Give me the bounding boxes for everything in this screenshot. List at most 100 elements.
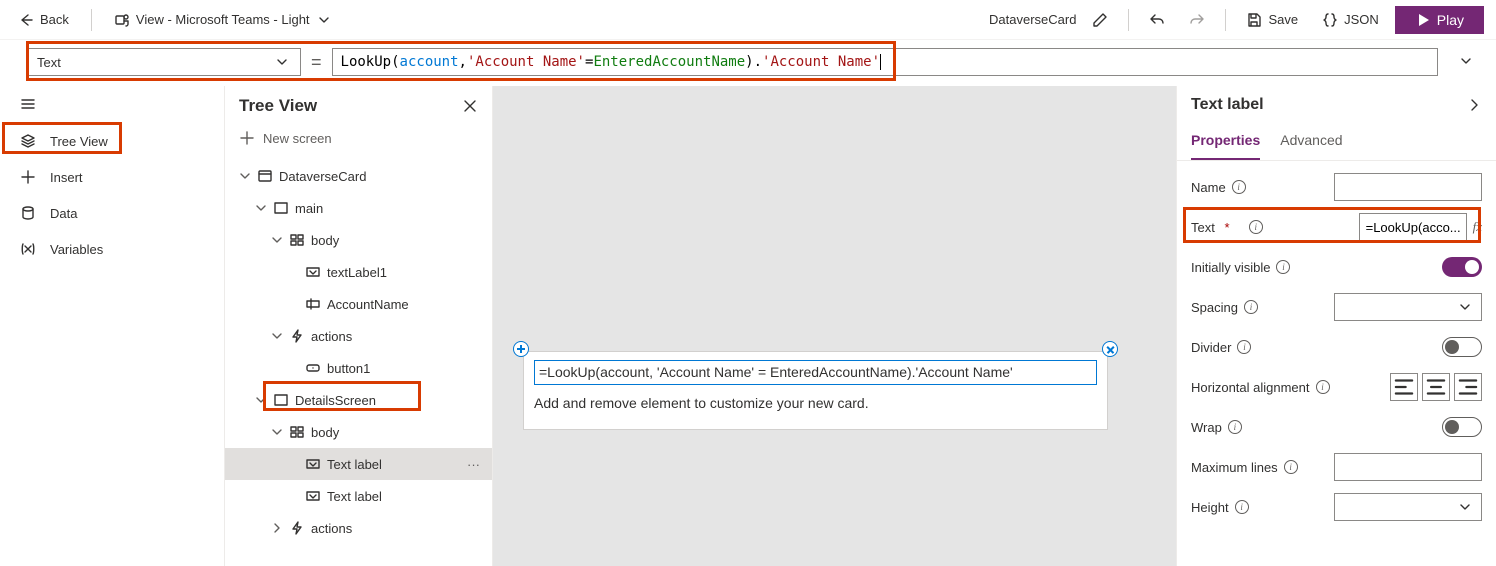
delete-handle-icon[interactable] <box>1102 341 1118 357</box>
formula-expand-button[interactable] <box>1448 49 1484 76</box>
json-button[interactable]: JSON <box>1314 8 1387 32</box>
screen-icon <box>271 200 291 216</box>
tree-panel-title: Tree View <box>239 96 317 116</box>
chevron-down-icon[interactable] <box>267 328 287 344</box>
prop-label-text: Horizontal alignment <box>1191 380 1310 395</box>
text-input[interactable] <box>1359 213 1467 241</box>
name-input[interactable] <box>1334 173 1482 201</box>
nav-item-label: Variables <box>50 242 103 257</box>
view-selector[interactable]: View - Microsoft Teams - Light <box>108 8 338 32</box>
tree-node-button1[interactable]: button1 <box>225 352 492 384</box>
chevron-right-icon[interactable] <box>1466 97 1482 113</box>
save-button[interactable]: Save <box>1238 8 1306 32</box>
formula-token: EnteredAccountName <box>593 54 745 70</box>
separator <box>1128 9 1129 31</box>
maxlines-input[interactable] <box>1334 453 1482 481</box>
wrap-toggle[interactable] <box>1442 417 1482 437</box>
tree-node-main[interactable]: main <box>225 192 492 224</box>
tree-node-text-label-2[interactable]: Text label <box>225 480 492 512</box>
fx-button[interactable]: fx <box>1473 219 1482 235</box>
formula-token: , <box>459 54 467 70</box>
chevron-down-icon[interactable] <box>235 168 255 184</box>
prop-label-text: Height <box>1191 500 1229 515</box>
tree-node-accountname[interactable]: AccountName <box>225 288 492 320</box>
tree-node-label: main <box>291 201 323 216</box>
formula-token: account <box>400 54 459 70</box>
tab-advanced[interactable]: Advanced <box>1280 124 1342 160</box>
chevron-down-icon[interactable] <box>267 424 287 440</box>
redo-button[interactable] <box>1181 8 1213 32</box>
separator <box>91 9 92 31</box>
chevron-down-icon[interactable] <box>251 200 271 216</box>
edit-name-button[interactable] <box>1084 8 1116 32</box>
chevron-down-icon[interactable] <box>267 232 287 248</box>
canvas-bound-formula: =LookUp(account, 'Account Name' = Entere… <box>539 364 1013 380</box>
nav-tree-view[interactable]: Tree View <box>0 123 224 159</box>
nav-data[interactable]: Data <box>0 195 224 231</box>
tree-node-label: Text label <box>323 489 382 504</box>
tree-node-actions[interactable]: actions <box>225 320 492 352</box>
spacing-select[interactable] <box>1334 293 1482 321</box>
card-preview[interactable]: =LookUp(account, 'Account Name' = Entere… <box>523 351 1108 430</box>
tree-node-text-label-selected[interactable]: Text label ··· <box>225 448 492 480</box>
info-icon[interactable]: i <box>1316 380 1330 394</box>
text-label-icon <box>303 488 323 504</box>
property-selector[interactable]: Text <box>26 48 301 76</box>
chevron-down-icon[interactable] <box>251 392 271 408</box>
info-icon[interactable]: i <box>1284 460 1298 474</box>
back-button[interactable]: Back <box>12 8 75 32</box>
tree-node-label: body <box>307 425 339 440</box>
move-handle-icon[interactable] <box>513 341 529 357</box>
height-select[interactable] <box>1334 493 1482 521</box>
visible-toggle[interactable] <box>1442 257 1482 277</box>
formula-token: LookUp( <box>341 54 400 70</box>
info-icon[interactable]: i <box>1235 500 1249 514</box>
layers-icon <box>20 133 36 149</box>
design-canvas[interactable]: =LookUp(account, 'Account Name' = Entere… <box>493 86 1176 566</box>
chevron-down-icon <box>274 54 290 70</box>
tree-node-label: textLabel1 <box>323 265 387 280</box>
formula-bar-input[interactable]: LookUp(account, 'Account Name' = Entered… <box>332 48 1438 76</box>
nav-collapse-button[interactable] <box>0 88 224 123</box>
play-button[interactable]: Play <box>1395 6 1484 34</box>
align-left-button[interactable] <box>1390 373 1418 401</box>
tree-node-detailsscreen[interactable]: DetailsScreen <box>225 384 492 416</box>
info-icon[interactable]: i <box>1237 340 1251 354</box>
redo-icon <box>1189 12 1205 28</box>
prop-label-text: Initially visible <box>1191 260 1270 275</box>
info-icon[interactable]: i <box>1276 260 1290 274</box>
tree-node-actions2[interactable]: actions <box>225 512 492 544</box>
formula-token: 'Account Name' <box>762 54 880 70</box>
align-center-button[interactable] <box>1422 373 1450 401</box>
info-icon[interactable]: i <box>1228 420 1242 434</box>
nav-variables[interactable]: Variables <box>0 231 224 267</box>
align-right-button[interactable] <box>1454 373 1482 401</box>
tree-node-label: button1 <box>323 361 370 376</box>
selected-text-label[interactable]: =LookUp(account, 'Account Name' = Entere… <box>534 360 1097 385</box>
tree-node-body[interactable]: body <box>225 224 492 256</box>
arrow-left-icon <box>18 12 34 28</box>
tree-node-textlabel1[interactable]: textLabel1 <box>225 256 492 288</box>
new-screen-button[interactable]: New screen <box>225 120 492 160</box>
close-icon[interactable] <box>462 98 478 114</box>
info-icon[interactable]: i <box>1244 300 1258 314</box>
divider-toggle[interactable] <box>1442 337 1482 357</box>
more-icon[interactable]: ··· <box>467 457 480 472</box>
view-label-text: View - Microsoft Teams - Light <box>136 12 310 27</box>
pencil-icon <box>1092 12 1108 28</box>
info-icon[interactable]: i <box>1249 220 1263 234</box>
variable-icon <box>20 241 36 257</box>
prop-row-visible: Initially visible i <box>1191 247 1482 287</box>
tab-properties[interactable]: Properties <box>1191 124 1260 160</box>
nav-item-label: Data <box>50 206 77 221</box>
properties-panel: Text label Properties Advanced Namei Tex… <box>1176 86 1496 566</box>
tree-node-root[interactable]: DataverseCard <box>225 160 492 192</box>
json-label: JSON <box>1344 12 1379 27</box>
tree-node-body2[interactable]: body <box>225 416 492 448</box>
new-screen-label: New screen <box>263 131 332 146</box>
chevron-right-icon[interactable] <box>267 520 287 536</box>
info-icon[interactable]: i <box>1232 180 1246 194</box>
nav-insert[interactable]: Insert <box>0 159 224 195</box>
undo-button[interactable] <box>1141 8 1173 32</box>
text-cursor <box>880 54 881 70</box>
